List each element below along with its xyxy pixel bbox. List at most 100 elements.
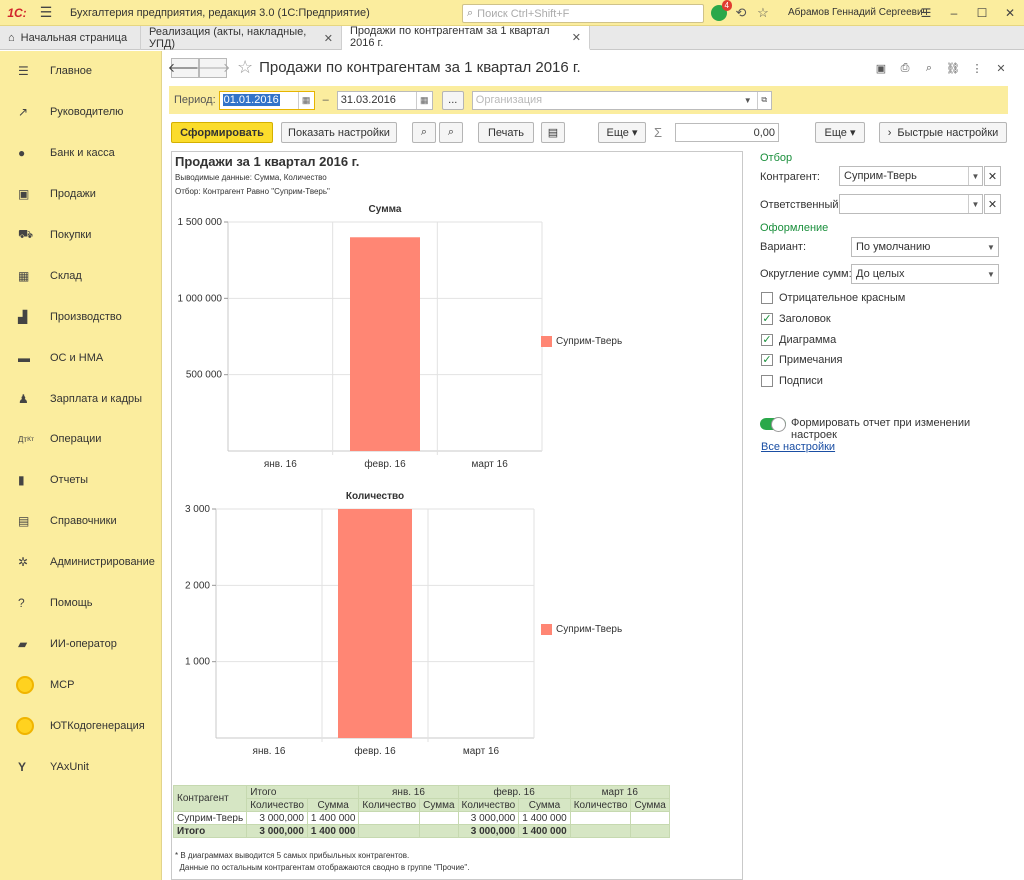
notes-checkbox[interactable]: ✓ Примечания [761,354,843,366]
sidebar-item-admin[interactable]: ✲ Администрирование [0,542,161,583]
sidebar-item-fixed-assets[interactable]: ▬ ОС и НМА [0,337,161,378]
sidebar-item-msr[interactable]: МСР [0,664,161,705]
print-preview-icon[interactable]: ▤ [541,122,565,143]
sidebar-item-ai-operator[interactable]: ▰ ИИ-оператор [0,623,161,664]
maximize-button[interactable]: ☐ [968,0,996,26]
tab-realization[interactable]: Реализация (акты, накладные, УПД) ✕ [141,26,342,50]
bank-icon: ● [18,146,26,161]
col-header: янв. 16 [358,785,459,799]
print-button[interactable]: Печать [478,122,534,143]
x-tick-label: февр. 16 [354,745,396,757]
dropdown-icon[interactable]: ▼ [968,195,982,213]
organization-input[interactable]: Организация ▼ ⧉ [471,90,772,110]
period-from-input[interactable]: 01.01.2016 ▦ [218,90,315,110]
sidebar-item-catalogs[interactable]: ▤ Справочники [0,501,161,542]
sidebar-item-reports[interactable]: ▮ Отчеты [0,460,161,501]
factory-icon: ▟ [18,309,28,324]
close-icon[interactable]: ✕ [992,60,1010,76]
sidebar-item-purchases[interactable]: ⛟ Покупки [0,215,161,256]
forward-button[interactable]: 🡒 [196,57,230,78]
sidebar-item-bank[interactable]: ● Банк и касса [0,133,161,174]
close-window-button[interactable]: ✕ [996,0,1024,26]
diagram-checkbox[interactable]: ✓ Диаграмма [761,334,836,346]
sales-icon: ▣ [18,187,30,202]
clear-kontragent-icon[interactable]: ✕ [984,166,1001,186]
favorite-star-icon[interactable]: ☆ [237,57,253,78]
preview-icon[interactable]: ⌕ [920,60,938,76]
history-icon[interactable]: ⟲ [730,3,752,23]
truck-icon: ▬ [18,350,30,365]
col-header: Количество [569,798,632,812]
generate-button[interactable]: Сформировать [171,122,273,143]
dropdown-icon[interactable]: ▼ [968,167,982,185]
favorites-star-icon[interactable]: ☆ [752,3,774,23]
tab-home[interactable]: ⌂ Начальная страница [0,26,141,50]
responsible-input[interactable]: ▼ [839,194,983,214]
more-vertical-icon[interactable]: ⋮ [968,60,986,76]
report-table: Контрагент Итого янв. 16 февр. 16 март 1… [172,785,670,838]
legend-qty: Суприм-Тверь [541,624,622,635]
bar [338,509,412,738]
cart-icon: ⛟ [18,227,34,241]
more-button[interactable]: Еще ▾ [598,122,646,143]
auto-generate-toggle[interactable] [760,417,786,432]
app-title: Бухгалтерия предприятия, редакция 3.0 (1… [70,6,370,19]
save-icon[interactable]: ▣ [872,60,890,76]
minimize-button[interactable]: – [940,0,968,26]
close-tab-icon[interactable]: ✕ [572,31,581,44]
variant-select[interactable]: По умолчанию ▼ [851,237,999,257]
signatures-checkbox[interactable]: Подписи [761,375,823,387]
title-bar: 1С: ☰ Бухгалтерия предприятия, редакция … [0,0,1024,26]
find-icon[interactable]: ⌕ [412,122,436,143]
col-header: Сумма [518,798,571,812]
sidebar-item-production[interactable]: ▟ Производство [0,296,161,337]
dropdown-icon[interactable]: ▼ [984,238,998,256]
sidebar-item-manager[interactable]: ↗ Руководителю [0,92,161,133]
dropdown-icon[interactable]: ▼ [984,265,998,283]
col-header: Количество [358,798,421,812]
header-checkbox[interactable]: ✓ Заголовок [761,313,831,325]
settings-menu-icon[interactable]: ☰ [912,0,940,26]
clear-responsible-icon[interactable]: ✕ [984,194,1001,214]
sidebar-item-warehouse[interactable]: ▦ Склад [0,255,161,296]
quick-settings-button[interactable]: › Быстрые настройки [879,122,1007,143]
sidebar-item-salary[interactable]: ♟ Зарплата и кадры [0,378,161,419]
main-area: 🡐 🡒 ☆ Продажи по контрагентам за 1 кварт… [163,51,1024,880]
sidebar-item-sales[interactable]: ▣ Продажи [0,174,161,215]
tab-label: Продажи по контрагентам за 1 квартал 201… [350,25,550,49]
find-next-icon[interactable]: ⌕ [439,122,463,143]
rounding-select[interactable]: До целых ▼ [851,264,999,284]
notifications-icon[interactable]: 4 [708,0,732,23]
calendar-icon[interactable]: ▦ [297,91,314,109]
check-icon: ✓ [761,354,773,366]
tab-sales-report[interactable]: Продажи по контрагентам за 1 квартал 201… [342,25,590,50]
dropdown-icon[interactable]: ▼ [741,92,755,109]
show-settings-button[interactable]: Показать настройки [281,122,397,143]
warehouse-icon: ▦ [18,268,30,283]
more-button-2[interactable]: Еще ▾ [815,122,865,143]
trend-icon: ↗ [18,105,29,120]
link-icon[interactable]: ⛓ [944,60,962,76]
sidebar-item-help[interactable]: ? Помощь [0,583,161,624]
period-to-input[interactable]: 31.03.2016 ▦ [336,90,433,110]
kontragent-label: Контрагент: [760,171,820,183]
sidebar-item-codegen[interactable]: ЮТКодогенерация [0,705,161,746]
x-tick-label: март 16 [463,746,500,757]
period-select-button[interactable]: ... [441,90,464,110]
current-user[interactable]: Абрамов Геннадий Сергеевич [788,7,928,18]
search-icon: ⌕ [467,7,474,19]
global-search-input[interactable]: ⌕ Поиск Ctrl+Shift+F [462,4,704,23]
sidebar-item-yaxunit[interactable]: Y YAxUnit [0,746,161,787]
calendar-icon[interactable]: ▦ [415,91,432,109]
all-settings-link[interactable]: Все настройки [761,441,835,453]
table-row[interactable]: Суприм-Тверь 3 000,000 1 400 000 3 000,0… [172,811,670,825]
print-icon[interactable]: ⎙ [896,60,914,76]
sigma-icon: Σ [654,125,663,140]
close-tab-icon[interactable]: ✕ [324,32,333,45]
sidebar-item-operations[interactable]: Дт Кт Операции [0,419,161,460]
sidebar-item-main[interactable]: ☰ Главное [0,51,161,92]
kontragent-input[interactable]: Суприм-Тверь ▼ [839,166,983,186]
neg-red-checkbox[interactable]: Отрицательное красным [761,292,905,304]
main-menu-icon[interactable]: ☰ [34,4,58,21]
open-icon[interactable]: ⧉ [756,91,771,109]
